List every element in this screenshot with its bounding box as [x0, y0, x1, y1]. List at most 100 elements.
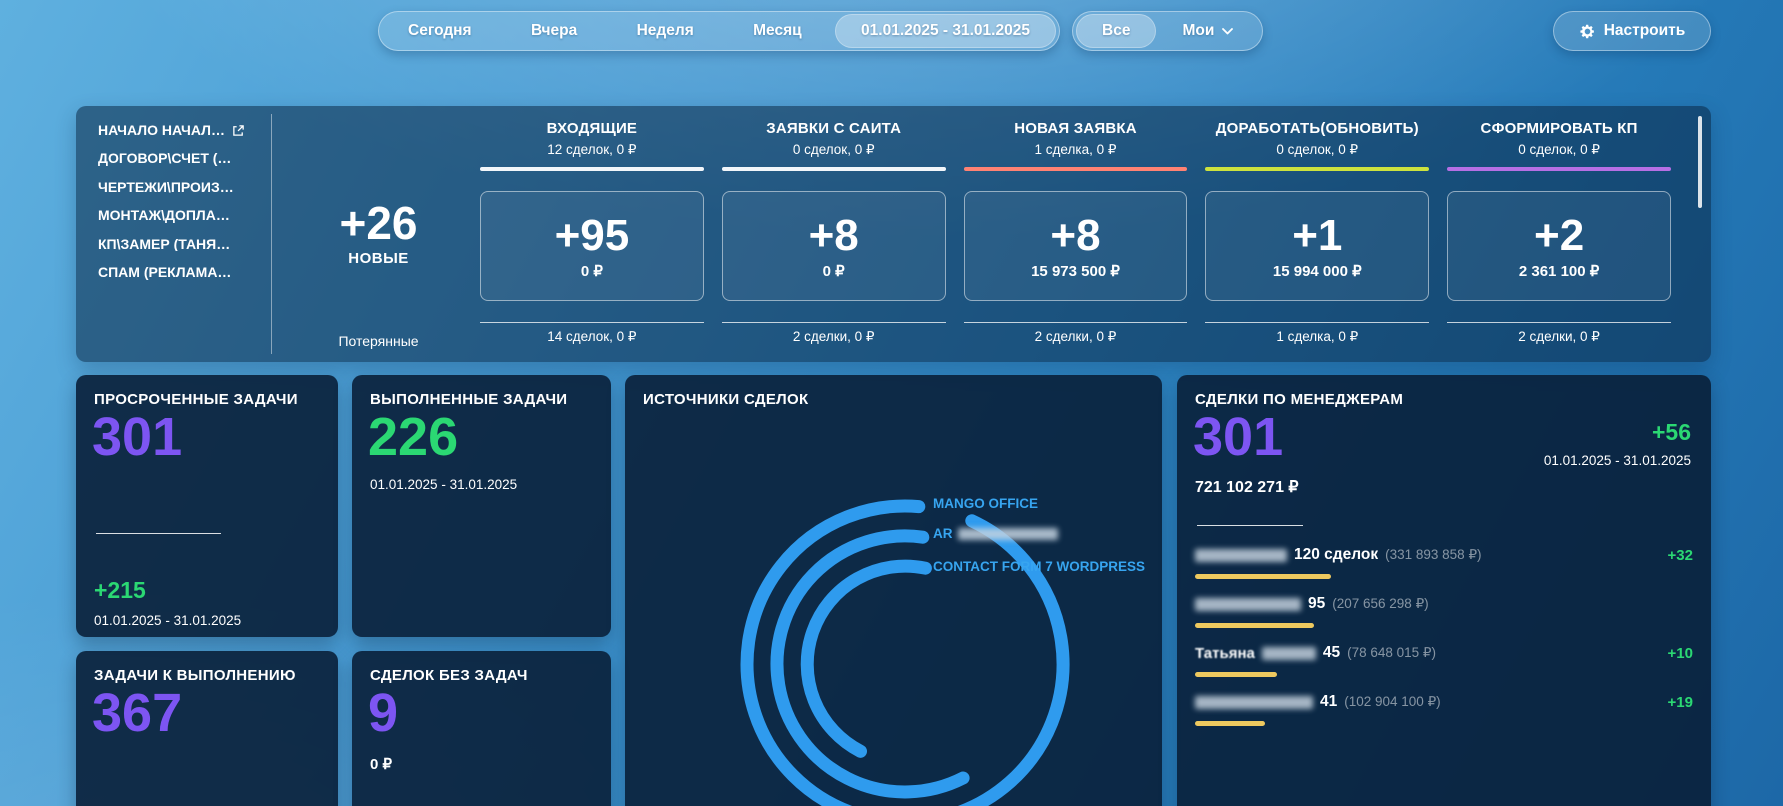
- column-stats: 0 сделок, 0 ₽: [722, 142, 946, 158]
- stage-item[interactable]: ДОГОВОР\СЧЕТ (…: [98, 151, 270, 166]
- manager-deal-count: 45: [1323, 644, 1340, 662]
- stage-item[interactable]: ЧЕРТЕЖИ\ПРОИЗ…: [98, 180, 270, 195]
- done-tasks-card[interactable]: ВЫПОЛНЕННЫЕ ЗАДАЧИ 226 01.01.2025 - 31.0…: [352, 375, 611, 637]
- manager-name-redacted: [1262, 647, 1316, 660]
- overdue-delta: +215: [94, 577, 146, 604]
- redacted-text-block: [958, 528, 1058, 540]
- sources-donut-chart: [625, 375, 1162, 806]
- divider: [1197, 525, 1303, 526]
- manager-name-redacted: [1195, 696, 1313, 709]
- managers-deals-value: 301: [1193, 407, 1283, 467]
- column-title: ДОРАБОТАТЬ(ОБНОВИТЬ): [1205, 120, 1429, 137]
- topbar: Сегодня Вчера Неделя Месяц 01.01.2025 - …: [0, 11, 1783, 51]
- column-accent-bar: [722, 167, 946, 171]
- lost-deals-label[interactable]: Потерянные: [281, 333, 476, 349]
- manager-deal-amount: (78 648 015 ₽): [1347, 645, 1436, 661]
- deals-by-managers-card[interactable]: СДЕЛКИ ПО МЕНЕДЖЕРАМ 301 +56 01.01.2025 …: [1177, 375, 1711, 806]
- column-footer-stats: 14 сделок, 0 ₽: [480, 329, 704, 345]
- scope-all-button[interactable]: Все: [1076, 14, 1156, 48]
- manager-name-redacted: [1195, 549, 1287, 562]
- column-stats: 0 сделок, 0 ₽: [1447, 142, 1671, 158]
- manager-row-line: 95 (207 656 298 ₽): [1195, 586, 1693, 613]
- column-value: +8: [1050, 213, 1100, 259]
- column-value: +2: [1534, 213, 1584, 259]
- manager-delta: +19: [1668, 694, 1693, 711]
- card-title: ИСТОЧНИКИ СДЕЛОК: [643, 391, 808, 408]
- funnel-scrollbar[interactable]: [1698, 116, 1702, 208]
- divider: [96, 533, 221, 534]
- gear-icon: [1579, 23, 1596, 40]
- stage-list-title[interactable]: НАЧАЛО НАЧАЛ…: [98, 122, 270, 138]
- stage-item[interactable]: КП\ЗАМЕР (ТАНЯ…: [98, 237, 270, 252]
- card-title: СДЕЛОК БЕЗ ЗАДАЧ: [370, 667, 528, 684]
- filter-yesterday[interactable]: Вчера: [505, 14, 603, 48]
- column-amount: 15 994 000 ₽: [1273, 262, 1362, 280]
- overdue-tasks-card[interactable]: ПРОСРОЧЕННЫЕ ЗАДАЧИ 301 +215 01.01.2025 …: [76, 375, 338, 637]
- scope-my-button[interactable]: Мои: [1156, 14, 1259, 48]
- funnel-column-form-kp: СФОРМИРОВАТЬ КП 0 сделок, 0 ₽ +2 2 361 1…: [1447, 106, 1671, 362]
- stage-list-title-label: НАЧАЛО НАЧАЛ…: [98, 122, 225, 138]
- deals-without-tasks-amount: 0 ₽: [370, 755, 392, 773]
- column-title: НОВАЯ ЗАЯВКА: [964, 120, 1188, 137]
- column-title: ЗАЯВКИ С САИТА: [722, 120, 946, 137]
- column-value-card[interactable]: +2 2 361 100 ₽: [1447, 191, 1671, 301]
- column-accent-bar: [964, 167, 1188, 171]
- manager-row: 95 (207 656 298 ₽): [1195, 586, 1693, 635]
- column-footer-stats: 1 сделка, 0 ₽: [1205, 329, 1429, 345]
- column-value: +1: [1292, 213, 1342, 259]
- column-title: ВХОДЯЩИЕ: [480, 120, 704, 137]
- managers-delta: +56: [1652, 419, 1691, 446]
- settings-label: Настроить: [1604, 22, 1686, 40]
- manager-row: Татьяна 45 (78 648 015 ₽) +10: [1195, 635, 1693, 684]
- funnel-column-new-request: НОВАЯ ЗАЯВКА 1 сделка, 0 ₽ +8 15 973 500…: [964, 106, 1188, 362]
- column-amount: 0 ₽: [581, 262, 603, 280]
- legend-item-contact-form: CONTACT FORM 7 WORDPRESS: [933, 559, 1145, 574]
- date-filter-group: Сегодня Вчера Неделя Месяц 01.01.2025 - …: [378, 11, 1060, 51]
- column-value-card[interactable]: +95 0 ₽: [480, 191, 704, 301]
- stage-item[interactable]: СПАМ (РЕКЛАМА…: [98, 265, 270, 280]
- chevron-down-icon: [1222, 28, 1233, 35]
- card-title: ПРОСРОЧЕННЫЕ ЗАДАЧИ: [94, 391, 298, 408]
- card-title: ЗАДАЧИ К ВЫПОЛНЕНИЮ: [94, 667, 296, 684]
- deals-without-tasks-card[interactable]: СДЕЛОК БЕЗ ЗАДАЧ 9 0 ₽: [352, 651, 611, 806]
- column-stats: 1 сделка, 0 ₽: [964, 142, 1188, 158]
- tasks-to-do-value: 367: [92, 683, 182, 743]
- deal-sources-card[interactable]: ИСТОЧНИКИ СДЕЛОК MANGO OFFICE AR CONTACT…: [625, 375, 1162, 806]
- column-stats: 0 сделок, 0 ₽: [1205, 142, 1429, 158]
- column-accent-bar: [1447, 167, 1671, 171]
- manager-progress-bar: [1195, 623, 1314, 628]
- external-link-icon: [232, 124, 245, 137]
- column-value-card[interactable]: +8 0 ₽: [722, 191, 946, 301]
- manager-row: 120 сделок (331 893 858 ₽) +32: [1195, 537, 1693, 586]
- manager-progress-bar: [1195, 721, 1265, 726]
- column-footer-line: [1447, 322, 1671, 323]
- column-value-card[interactable]: +8 15 973 500 ₽: [964, 191, 1188, 301]
- filter-date-range[interactable]: 01.01.2025 - 31.01.2025: [835, 14, 1056, 48]
- filter-week[interactable]: Неделя: [611, 14, 720, 48]
- filter-today[interactable]: Сегодня: [382, 14, 498, 48]
- column-footer-stats: 2 сделки, 0 ₽: [964, 329, 1188, 345]
- manager-row-line: 41 (102 904 100 ₽) +19: [1195, 684, 1693, 711]
- column-value-card[interactable]: +1 15 994 000 ₽: [1205, 191, 1429, 301]
- stage-item[interactable]: МОНТАЖ\ДОПЛА…: [98, 208, 270, 223]
- manager-progress-bar: [1195, 672, 1277, 677]
- period-label: 01.01.2025 - 31.01.2025: [1544, 453, 1691, 468]
- settings-button[interactable]: Настроить: [1553, 11, 1711, 51]
- funnel-column-site-requests: ЗАЯВКИ С САИТА 0 сделок, 0 ₽ +8 0 ₽ 2 сд…: [722, 106, 946, 362]
- column-footer-line: [964, 322, 1188, 323]
- manager-deal-count: 95: [1308, 595, 1325, 613]
- manager-name: Татьяна: [1195, 645, 1255, 662]
- funnel-stage-list: НАЧАЛО НАЧАЛ… ДОГОВОР\СЧЕТ (… ЧЕРТЕЖИ\ПР…: [98, 122, 270, 294]
- managers-total-amount: 721 102 271 ₽: [1195, 477, 1299, 497]
- manager-row-line: 120 сделок (331 893 858 ₽) +32: [1195, 537, 1693, 564]
- column-footer-stats: 2 сделки, 0 ₽: [1447, 329, 1671, 345]
- filter-month[interactable]: Месяц: [727, 14, 828, 48]
- column-amount: 0 ₽: [823, 262, 845, 280]
- column-amount: 2 361 100 ₽: [1519, 262, 1599, 280]
- tasks-to-do-card[interactable]: ЗАДАЧИ К ВЫПОЛНЕНИЮ 367: [76, 651, 338, 806]
- funnel-columns: ВХОДЯЩИЕ 12 сделок, 0 ₽ +95 0 ₽ 14 сдело…: [480, 106, 1671, 362]
- scope-my-label: Мои: [1182, 22, 1214, 40]
- column-footer-line: [722, 322, 946, 323]
- manager-progress-bar: [1195, 574, 1331, 579]
- period-label: 01.01.2025 - 31.01.2025: [370, 477, 517, 492]
